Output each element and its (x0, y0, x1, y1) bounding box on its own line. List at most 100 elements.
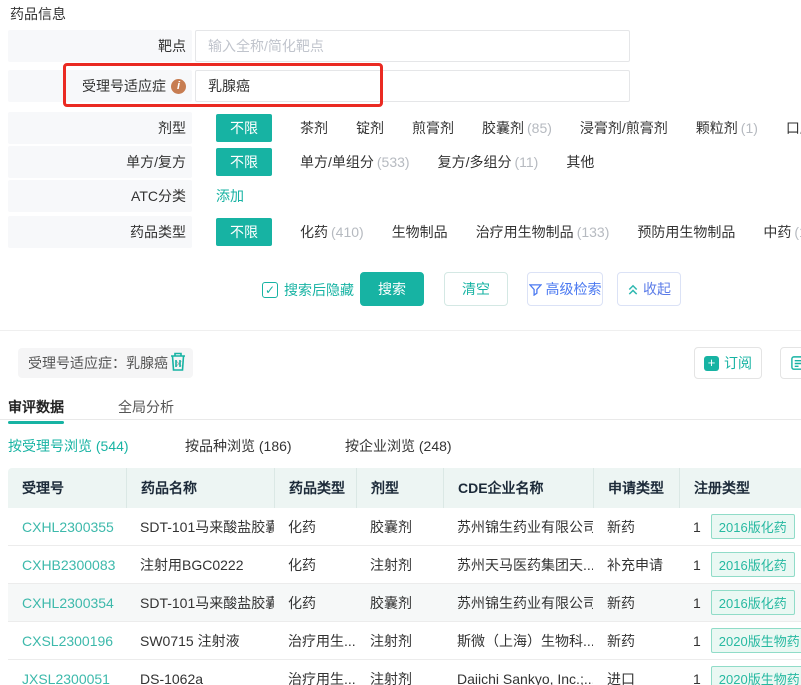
filter-row-4: 药品类型不限化药(410)生物制品治疗用生物制品(133)预防用生物制品中药(1… (8, 216, 801, 248)
atc-add-link[interactable]: 添加 (216, 186, 244, 206)
advanced-search-label: 高级检索 (546, 279, 602, 299)
acceptance-no-link[interactable]: CXHB2300083 (22, 557, 115, 573)
table-header-row: 受理号药品名称药品类型剂型CDE企业名称申请类型注册类型 (8, 468, 801, 508)
registration-class: 1 (693, 595, 701, 611)
dosage-form-cell: 胶囊剂 (356, 584, 443, 621)
hide-after-search-checkbox[interactable]: ✓ 搜索后隐藏 (262, 280, 354, 300)
acceptance-no-link[interactable]: CXHL2300354 (22, 595, 114, 611)
column-header: 申请类型 (593, 468, 679, 508)
table-row[interactable]: CXHL2300355SDT-101马来酸盐胶囊化药胶囊剂苏州锦生药业有限公司新… (8, 508, 801, 546)
filter-option[interactable]: 预防用生物制品 (637, 222, 735, 242)
filter-row-2: 单方/复方不限单方/单组分(533)复方/多组分(11)其他 (8, 146, 801, 178)
company-cell: 苏州锦生药业有限公司 (443, 584, 593, 621)
registration-class: 1 (693, 671, 701, 685)
indication-label-cell: 受理号适应症 i (8, 70, 192, 102)
dosage-form-cell: 注射剂 (356, 546, 443, 583)
filter-option-selected[interactable]: 不限 (216, 114, 272, 142)
results-table: 受理号药品名称药品类型剂型CDE企业名称申请类型注册类型CXHL2300355S… (8, 468, 801, 685)
drug-name-cell: SDT-101马来酸盐胶囊 (126, 584, 274, 621)
drug-type-cell: 治疗用生... (274, 660, 356, 685)
filter-option[interactable]: 单方/单组分(533) (300, 152, 410, 172)
filter-option-label: 口服液体剂 (786, 120, 801, 136)
target-field-row: 靶点 输入全称/简化靶点 (8, 30, 630, 62)
application-type-cell: 新药 (593, 508, 679, 545)
registration-cell: 12016版化药 (679, 584, 801, 621)
filter-option[interactable]: 茶剂 (300, 118, 328, 138)
filter-option-label: 单方/单组分 (300, 154, 374, 170)
filter-option[interactable]: 胶囊剂(85) (482, 118, 552, 138)
search-button[interactable]: 搜索 (360, 272, 424, 306)
filter-option-count: (85) (527, 120, 552, 136)
registration-cell: 12020版生物药 (679, 660, 801, 685)
clear-button[interactable]: 清空 (444, 272, 508, 306)
plus-icon: + (704, 356, 719, 371)
column-header: 受理号 (8, 468, 126, 508)
dosage-form-cell: 注射剂 (356, 660, 443, 685)
filter-option-label: 生物制品 (392, 224, 448, 240)
table-row[interactable]: CXHB2300083注射用BGC0222化药注射剂苏州天马医药集团天...补充… (8, 546, 801, 584)
filter-option[interactable]: 颗粒剂(1) (696, 118, 758, 138)
filter-option-label: 不限 (230, 154, 258, 170)
subtab-1[interactable]: 按受理号浏览 (544) (8, 436, 129, 456)
advanced-search-button[interactable]: 高级检索 (527, 272, 603, 306)
checkbox-check-icon: ✓ (262, 282, 278, 298)
filter-label: 剂型 (8, 112, 192, 144)
table-row[interactable]: CXHL2300354SDT-101马来酸盐胶囊化药胶囊剂苏州锦生药业有限公司新… (8, 584, 801, 622)
filter-row-3: ATC分类添加 (8, 180, 801, 212)
filter-option[interactable]: 复方/多组分(11) (438, 152, 539, 172)
filter-option-selected[interactable]: 不限 (216, 218, 272, 246)
filter-option-label: 浸膏剂/煎膏剂 (580, 120, 668, 136)
filter-option-label: 治疗用生物制品 (476, 224, 574, 240)
filter-option[interactable]: 治疗用生物制品(133) (476, 222, 610, 242)
company-cell: 苏州锦生药业有限公司 (443, 508, 593, 545)
filter-option[interactable]: 口服液体剂 (786, 118, 801, 138)
subscribe-label: 订阅 (724, 353, 752, 373)
tab-1[interactable]: 审评数据 (8, 397, 64, 417)
subtab-2[interactable]: 按品种浏览 (186) (185, 436, 292, 456)
subscribe-button[interactable]: + 订阅 (694, 347, 762, 379)
filter-option[interactable]: 煎膏剂 (412, 118, 454, 138)
indication-field-row: 受理号适应症 i 乳腺癌 (8, 70, 630, 102)
indication-input[interactable]: 乳腺癌 (195, 70, 630, 102)
drug-name-cell: DS-1062a (126, 660, 274, 685)
drug-type-cell: 治疗用生... (274, 622, 356, 659)
active-filter-tag: 受理号适应症：乳腺癌 × (18, 348, 193, 378)
table-row[interactable]: JXSL2300051 DS-1062a治疗用生...注射剂Daiichi San… (8, 660, 801, 685)
application-type-cell: 进口 (593, 660, 679, 685)
acceptance-no-link[interactable]: CXSL2300196 (22, 633, 113, 649)
target-input[interactable]: 输入全称/简化靶点 (195, 30, 630, 62)
filter-option[interactable]: 浸膏剂/煎膏剂 (580, 118, 668, 138)
drug-type-cell: 化药 (274, 584, 356, 621)
registration-class: 1 (693, 519, 701, 535)
subtab-3[interactable]: 按企业浏览 (248) (345, 436, 452, 456)
filter-option[interactable]: 生物制品 (392, 222, 448, 242)
section-divider (0, 330, 801, 331)
filter-option-label: 中药 (763, 224, 791, 240)
filter-option[interactable]: 中药(1) (763, 222, 801, 242)
company-cell: Daiichi Sankyo, Inc.;... (443, 660, 593, 685)
info-icon[interactable]: i (171, 79, 186, 94)
table-row[interactable]: CXSL2300196SW0715 注射液治疗用生...注射剂斯微（上海）生物科… (8, 622, 801, 660)
collapse-button[interactable]: 收起 (617, 272, 681, 306)
export-button[interactable] (780, 347, 801, 379)
filter-option[interactable]: 锭剂 (356, 118, 384, 138)
filter-option-selected[interactable]: 不限 (216, 148, 272, 176)
tabs-bar: 审评数据 全局分析 (0, 395, 801, 420)
filter-tag-bar: 受理号适应症：乳腺癌 × + 订阅 (0, 346, 801, 382)
filter-option-label: 不限 (230, 120, 258, 136)
filter-option-count: (410) (331, 224, 364, 240)
registration-standard-badge: 2020版生物药 (711, 628, 801, 653)
acceptance-no-link[interactable]: JXSL2300051 (22, 671, 110, 685)
filter-option-count: (133) (577, 224, 610, 240)
tab-2[interactable]: 全局分析 (118, 397, 174, 417)
registration-standard-badge: 2016版化药 (711, 552, 795, 577)
drug-type-cell: 化药 (274, 546, 356, 583)
trash-icon[interactable] (168, 351, 188, 373)
filter-option-label: 不限 (230, 224, 258, 240)
registration-cell: 12016版化药 (679, 546, 801, 583)
filter-option[interactable]: 其他 (566, 152, 594, 172)
acceptance-no-link[interactable]: CXHL2300355 (22, 519, 114, 535)
filter-option[interactable]: 化药(410) (300, 222, 364, 242)
application-type-cell: 新药 (593, 622, 679, 659)
dosage-form-cell: 胶囊剂 (356, 508, 443, 545)
